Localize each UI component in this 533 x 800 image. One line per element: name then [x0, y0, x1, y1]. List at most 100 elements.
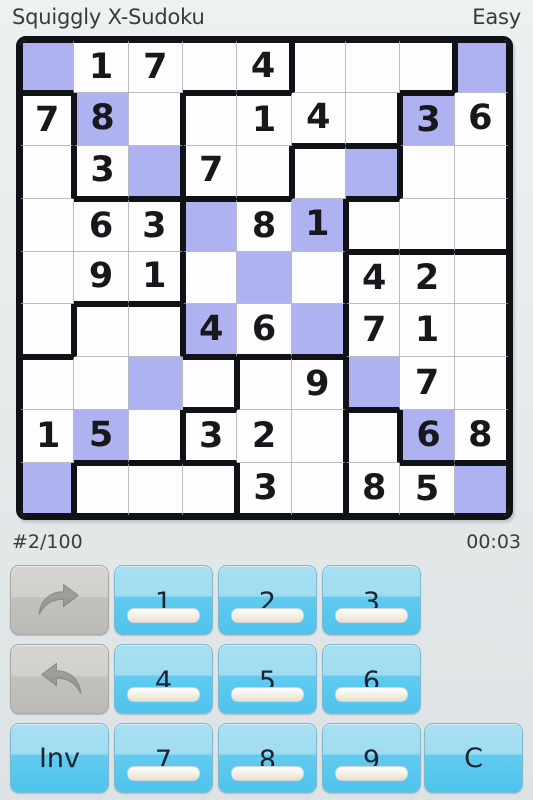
app-header: Squiggly X-Sudoku Easy: [0, 0, 533, 34]
cell-r2c5[interactable]: 1: [237, 92, 292, 146]
cell-r4c6[interactable]: 1: [291, 198, 346, 252]
sudoku-board[interactable]: 1747814363763819142467197153268385: [16, 36, 513, 520]
cell-r8c4[interactable]: 3: [183, 410, 238, 464]
digit-key-progress-pill: [126, 766, 201, 781]
cell-r7c9[interactable]: [454, 357, 509, 411]
digit-key-3[interactable]: 3: [322, 565, 421, 635]
cell-r6c7[interactable]: 7: [346, 304, 401, 358]
cell-r8c9[interactable]: 8: [454, 410, 509, 464]
cell-r1c2[interactable]: 1: [74, 40, 129, 93]
cell-r9c2[interactable]: [74, 463, 129, 516]
cell-r5c8[interactable]: 2: [400, 251, 455, 305]
cell-r3c1[interactable]: [20, 145, 75, 199]
cell-r1c5[interactable]: 4: [237, 40, 292, 93]
cell-r3c9[interactable]: [454, 145, 509, 199]
cell-r5c6[interactable]: [291, 251, 346, 305]
puzzle-number: #2/100: [12, 531, 83, 553]
digit-key-5[interactable]: 5: [218, 644, 317, 714]
digit-key-2[interactable]: 2: [218, 565, 317, 635]
cell-r5c7[interactable]: 4: [346, 251, 401, 305]
cell-r6c3[interactable]: [128, 304, 183, 358]
cell-r7c6[interactable]: 9: [291, 357, 346, 411]
cell-r7c2[interactable]: [74, 357, 129, 411]
digit-key-4[interactable]: 4: [114, 644, 213, 714]
cell-r8c7[interactable]: [346, 410, 401, 464]
sudoku-grid[interactable]: 1747814363763819142467197153268385: [20, 40, 509, 516]
cell-r5c1[interactable]: [20, 251, 75, 305]
cell-r5c4[interactable]: [183, 251, 238, 305]
cell-r7c7[interactable]: [346, 357, 401, 411]
cell-r4c8[interactable]: [400, 198, 455, 252]
cell-r9c8[interactable]: 5: [400, 463, 455, 516]
cell-r2c3[interactable]: [128, 92, 183, 146]
undo-button[interactable]: [10, 565, 109, 635]
cell-r7c4[interactable]: [183, 357, 238, 411]
cell-r8c3[interactable]: [128, 410, 183, 464]
cell-r4c7[interactable]: [346, 198, 401, 252]
cell-r7c5[interactable]: [237, 357, 292, 411]
cell-r9c4[interactable]: [183, 463, 238, 516]
cell-r6c9[interactable]: [454, 304, 509, 358]
redo-button[interactable]: [10, 644, 109, 714]
cell-r2c4[interactable]: [183, 92, 238, 146]
digit-key-7[interactable]: 7: [114, 723, 213, 793]
cell-r9c1[interactable]: [20, 463, 75, 516]
cell-r8c1[interactable]: 1: [20, 410, 75, 464]
cell-r2c1[interactable]: 7: [20, 92, 75, 146]
keypad[interactable]: Inv C 123 456 789: [0, 562, 533, 800]
cell-r6c2[interactable]: [74, 304, 129, 358]
cell-r4c3[interactable]: 3: [128, 198, 183, 252]
clear-button[interactable]: C: [424, 723, 523, 793]
cell-r7c1[interactable]: [20, 357, 75, 411]
cell-r6c4[interactable]: 4: [183, 304, 238, 358]
cell-r1c3[interactable]: 7: [128, 40, 183, 93]
cell-r7c8[interactable]: 7: [400, 357, 455, 411]
cell-r4c9[interactable]: [454, 198, 509, 252]
cell-r1c1[interactable]: [20, 40, 75, 93]
cell-r2c8[interactable]: 3: [400, 92, 455, 146]
cell-r1c4[interactable]: [183, 40, 238, 93]
cell-r7c3[interactable]: [128, 357, 183, 411]
cell-r3c6[interactable]: [291, 145, 346, 199]
cell-r2c9[interactable]: 6: [454, 92, 509, 146]
cell-r4c2[interactable]: 6: [74, 198, 129, 252]
cell-r5c9[interactable]: [454, 251, 509, 305]
cell-r6c1[interactable]: [20, 304, 75, 358]
digit-key-6[interactable]: 6: [322, 644, 421, 714]
digit-key-9[interactable]: 9: [322, 723, 421, 793]
cell-r9c3[interactable]: [128, 463, 183, 516]
cell-r1c9[interactable]: [454, 40, 509, 93]
cell-r9c6[interactable]: [291, 463, 346, 516]
cell-r9c9[interactable]: [454, 463, 509, 516]
cell-r8c8[interactable]: 6: [400, 410, 455, 464]
cell-r3c8[interactable]: [400, 145, 455, 199]
cell-r4c5[interactable]: 8: [237, 198, 292, 252]
invert-button[interactable]: Inv: [10, 723, 109, 793]
cell-r3c2[interactable]: 3: [74, 145, 129, 199]
cell-r9c7[interactable]: 8: [346, 463, 401, 516]
cell-r6c5[interactable]: 6: [237, 304, 292, 358]
cell-r8c2[interactable]: 5: [74, 410, 129, 464]
cell-r2c6[interactable]: 4: [291, 92, 346, 146]
cell-r6c8[interactable]: 1: [400, 304, 455, 358]
cell-r2c7[interactable]: [346, 92, 401, 146]
cell-r5c2[interactable]: 9: [74, 251, 129, 305]
cell-r3c4[interactable]: 7: [183, 145, 238, 199]
cell-r4c4[interactable]: [183, 198, 238, 252]
digit-key-8[interactable]: 8: [218, 723, 317, 793]
cell-r3c7[interactable]: [346, 145, 401, 199]
cell-r3c3[interactable]: [128, 145, 183, 199]
cell-r3c5[interactable]: [237, 145, 292, 199]
cell-r9c5[interactable]: 3: [237, 463, 292, 516]
cell-r4c1[interactable]: [20, 198, 75, 252]
cell-r8c6[interactable]: [291, 410, 346, 464]
cell-r8c5[interactable]: 2: [237, 410, 292, 464]
cell-r5c3[interactable]: 1: [128, 251, 183, 305]
cell-r1c6[interactable]: [291, 40, 346, 93]
cell-r1c8[interactable]: [400, 40, 455, 93]
digit-key-1[interactable]: 1: [114, 565, 213, 635]
cell-r1c7[interactable]: [346, 40, 401, 93]
cell-r6c6[interactable]: [291, 304, 346, 358]
cell-r5c5[interactable]: [237, 251, 292, 305]
cell-r2c2[interactable]: 8: [74, 92, 129, 146]
